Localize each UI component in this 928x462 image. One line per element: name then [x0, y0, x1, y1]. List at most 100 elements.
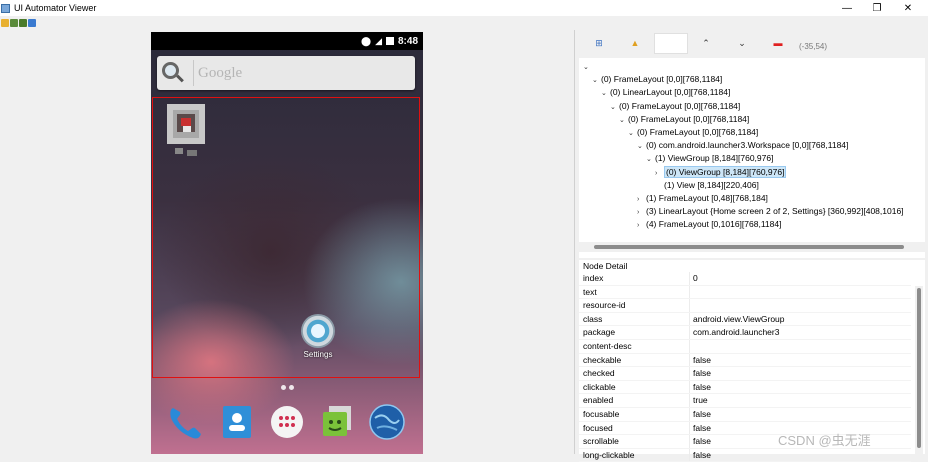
- detail-key: content-desc: [583, 341, 632, 351]
- warning-icon[interactable]: ▲: [628, 36, 642, 50]
- detail-row[interactable]: clickable false: [579, 380, 911, 395]
- tree-node[interactable]: ⌄ (0) FrameLayout [0,0][768,1184]: [619, 113, 749, 126]
- tree-node[interactable]: ⌄ (0) LinearLayout [0,0][768,1184]: [601, 86, 730, 99]
- tree-node-label: (0) FrameLayout [0,0][768,1184]: [628, 113, 750, 124]
- hierarchy-tree[interactable]: ⌄ ⌄ (0) FrameLayout [0,0][768,1184] ⌄ (0) Li…: [579, 58, 925, 258]
- node-detail-title: Node Detail: [583, 261, 628, 271]
- detail-row[interactable]: checked false: [579, 367, 911, 381]
- detail-value: false: [693, 368, 711, 379]
- detail-key: enabled: [583, 395, 614, 406]
- save-icon[interactable]: [28, 19, 36, 27]
- detail-value: false: [693, 409, 711, 419]
- location-icon: ⬤: [360, 35, 372, 46]
- phone-icon[interactable]: [165, 402, 205, 442]
- tree-node[interactable]: (1) View [8,184][220,406]: [655, 179, 759, 192]
- device-screenshot-icon[interactable]: [10, 19, 18, 27]
- detail-value: false: [693, 354, 711, 365]
- dock: [151, 396, 423, 454]
- tree-toggle-icon[interactable]: ›: [637, 206, 646, 219]
- tree-node[interactable]: ⌄ (0) FrameLayout [0,0][768,1184]: [592, 73, 722, 86]
- tree-toggle-icon[interactable]: ›: [637, 219, 646, 232]
- cursor-coords: (-35,54): [799, 42, 828, 51]
- expand-all-icon[interactable]: ⊞: [592, 36, 606, 50]
- detail-row[interactable]: class android.view.ViewGroup: [579, 312, 911, 327]
- tree-toggle-icon[interactable]: ⌄: [619, 114, 628, 127]
- tree-node[interactable]: ⌄ (0) com.android.launcher3.Workspace [0,…: [637, 139, 848, 152]
- detail-value: 0: [693, 273, 698, 283]
- tree-node[interactable]: ⌄ (1) ViewGroup [8,184][760,976]: [646, 152, 773, 165]
- detail-key: index: [583, 273, 604, 283]
- tree-toggle-icon[interactable]: ⌄: [592, 74, 601, 87]
- detail-row[interactable]: package com.android.launcher3: [579, 326, 911, 340]
- tree-node[interactable]: › (3) LinearLayout {Home screen 2 of 2, S…: [637, 205, 904, 218]
- app-shortcut-icon[interactable]: [163, 104, 209, 162]
- tree-node-label: (0) FrameLayout [0,0][768,1184]: [637, 127, 759, 137]
- search-node-field[interactable]: [654, 33, 688, 54]
- detail-row[interactable]: enabled true: [579, 394, 911, 408]
- tree-node[interactable]: › (4) FrameLayout [0,1016][768,1184]: [637, 218, 781, 231]
- open-folder-icon[interactable]: [1, 19, 9, 27]
- detail-value: true: [693, 395, 708, 406]
- status-time: 8:48: [397, 35, 418, 47]
- tree-node[interactable]: › (0) ViewGroup [8,184][760,976]: [655, 165, 787, 180]
- tree-toggle-icon[interactable]: ›: [637, 193, 646, 206]
- detail-value: false: [693, 449, 711, 460]
- browser-icon[interactable]: [367, 402, 407, 442]
- tree-node-label: (0) LinearLayout [0,0][768,1184]: [610, 87, 731, 98]
- detail-row[interactable]: index 0: [579, 272, 911, 286]
- app-drawer-icon[interactable]: [267, 402, 307, 442]
- detail-row[interactable]: text: [579, 285, 911, 300]
- battery-icon: [385, 37, 394, 45]
- detail-row[interactable]: content-desc: [579, 340, 911, 354]
- tree-node-label: (4) FrameLayout [0,1016][768,1184]: [646, 219, 782, 230]
- tree-node[interactable]: ⌄: [583, 60, 592, 73]
- search-separator: [193, 60, 194, 86]
- page-indicator: [281, 385, 294, 390]
- inspector-toolbar: ⊞ ▲ ⌃ ⌄ ▬ (-35,54): [575, 30, 928, 58]
- settings-app-icon[interactable]: Settings: [297, 314, 339, 364]
- detail-vertical-scrollbar[interactable]: [915, 286, 923, 454]
- tree-toggle-icon[interactable]: ⌄: [637, 140, 646, 153]
- tree-node-label: (0) FrameLayout [0,0][768,1184]: [619, 100, 741, 111]
- clear-icon[interactable]: ▬: [771, 36, 785, 50]
- inspector-pane: ⊞ ▲ ⌃ ⌄ ▬ (-35,54) ⌄ ⌄ (0) FrameLayout [0,…: [574, 30, 928, 462]
- device-screen[interactable]: ⬤ ◢ 8:48 Google Settings: [151, 32, 423, 454]
- detail-key: clickable: [583, 381, 616, 392]
- tree-toggle-icon[interactable]: ›: [655, 167, 664, 180]
- tree-node[interactable]: ⌄ (0) FrameLayout [0,0][768,1184]: [610, 100, 740, 113]
- tree-node-label: (1) ViewGroup [8,184][760,976]: [655, 153, 774, 164]
- tree-toggle-icon[interactable]: ⌄: [628, 127, 637, 140]
- restore-button[interactable]: ❐: [862, 0, 892, 16]
- detail-row[interactable]: focusable false: [579, 408, 911, 422]
- tree-node[interactable]: ⌄ (0) FrameLayout [0,0][768,1184]: [628, 126, 758, 139]
- close-button[interactable]: ✕: [893, 0, 923, 16]
- tree-toggle-icon[interactable]: ⌄: [646, 153, 655, 166]
- node-detail-panel: Node Detail index 0 text resource-id class an…: [579, 260, 925, 462]
- app-icon: [1, 3, 10, 13]
- detail-key: focused: [583, 422, 613, 433]
- detail-value: false: [693, 381, 711, 392]
- settings-label: Settings: [303, 350, 333, 359]
- messaging-icon[interactable]: [317, 402, 357, 442]
- detail-row[interactable]: resource-id: [579, 299, 911, 313]
- tree-toggle-icon[interactable]: ⌄: [601, 87, 610, 100]
- search-icon: [162, 62, 184, 84]
- tree-node-label: (1) FrameLayout [0,48][768,184]: [646, 193, 768, 203]
- tree-horizontal-scrollbar[interactable]: [579, 242, 925, 252]
- tree-toggle-icon[interactable]: ⌄: [610, 101, 619, 114]
- detail-key: long-clickable: [583, 449, 635, 460]
- detail-key: scrollable: [583, 436, 619, 447]
- detail-key: checkable: [583, 354, 622, 365]
- detail-value: false: [693, 422, 711, 433]
- compressed-screenshot-icon[interactable]: [19, 19, 27, 27]
- detail-row[interactable]: checkable false: [579, 353, 911, 368]
- gear-icon: [301, 314, 335, 348]
- detail-row[interactable]: long-clickable false: [579, 448, 911, 462]
- previous-arrow-icon[interactable]: ⌃: [699, 36, 713, 50]
- minimize-button[interactable]: —: [832, 0, 862, 16]
- next-arrow-icon[interactable]: ⌄: [735, 36, 749, 50]
- tree-node[interactable]: › (1) FrameLayout [0,48][768,184]: [637, 192, 768, 205]
- google-search-bar[interactable]: Google: [157, 56, 415, 90]
- contacts-icon[interactable]: [217, 402, 257, 442]
- tree-toggle-icon[interactable]: ⌄: [583, 61, 592, 74]
